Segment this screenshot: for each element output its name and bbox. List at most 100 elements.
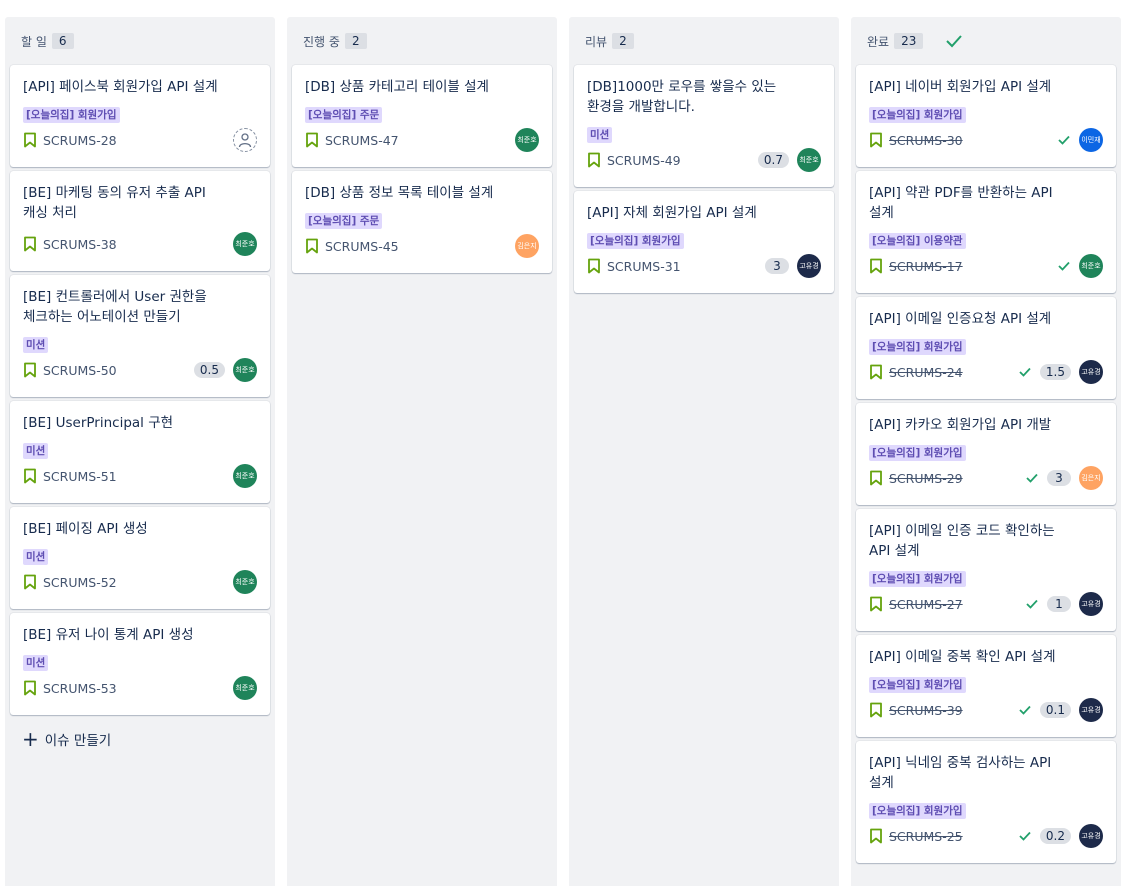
issue-card[interactable]: [BE] 페이징 API 생성 미션 SCRUMS-52 최준호 xyxy=(10,507,270,609)
issue-key[interactable]: SCRUMS-39 xyxy=(889,703,963,718)
assignee-avatar[interactable]: 최준호 xyxy=(1079,254,1103,278)
story-points: 1 xyxy=(1047,596,1071,612)
issue-title: [DB] 상품 정보 목록 테이블 설계 xyxy=(305,185,494,201)
assignee-avatar[interactable]: 고유경 xyxy=(1079,592,1103,616)
epic-label: [오늘의집] 주문 xyxy=(305,213,383,229)
issue-card[interactable]: [API] 이메일 인증요청 API 설계 [오늘의집] 회원가입 SCRUMS-2… xyxy=(856,297,1116,399)
issue-card[interactable]: [DB] 상품 정보 목록 테이블 설계 [오늘의집] 주문 SCRUMS-45 김은… xyxy=(292,171,552,273)
done-check-icon xyxy=(1025,598,1039,610)
issue-labels: [오늘의집] 회원가입 xyxy=(869,567,1103,587)
issue-key[interactable]: SCRUMS-47 xyxy=(325,133,399,148)
epic-label: [오늘의집] 회원가입 xyxy=(869,339,966,355)
assignee-avatar[interactable]: 최준호 xyxy=(233,232,257,256)
assignee-avatar[interactable]: 이민재 xyxy=(1079,128,1103,152)
issue-title: [API] 네이버 회원가입 API 설계 xyxy=(869,79,1052,95)
story-bookmark-icon xyxy=(23,362,37,378)
issue-card[interactable]: [BE] 유저 나이 통계 API 생성 미션 SCRUMS-53 최준호 xyxy=(10,613,270,715)
story-bookmark-icon xyxy=(869,364,883,380)
unassigned-avatar-icon[interactable] xyxy=(233,128,257,152)
assignee-avatar[interactable]: 고유경 xyxy=(1079,824,1103,848)
create-issue-button[interactable]: + 이슈 만들기 xyxy=(5,719,275,759)
issue-key[interactable]: SCRUMS-51 xyxy=(43,469,117,484)
story-bookmark-icon xyxy=(23,680,37,696)
issue-meta: 3 김은지 xyxy=(1025,466,1103,490)
issue-footer: SCRUMS-52 최준호 xyxy=(23,569,257,595)
issue-key[interactable]: SCRUMS-17 xyxy=(889,259,963,274)
issue-card[interactable]: [API] 네이버 회원가입 API 설계 [오늘의집] 회원가입 SCRUMS-3… xyxy=(856,65,1116,167)
story-bookmark-icon xyxy=(23,236,37,252)
issue-footer: SCRUMS-47 최준호 xyxy=(305,127,539,153)
issue-key[interactable]: SCRUMS-49 xyxy=(607,153,681,168)
issue-key[interactable]: SCRUMS-50 xyxy=(43,363,117,378)
story-points: 3 xyxy=(1047,470,1071,486)
issue-key[interactable]: SCRUMS-29 xyxy=(889,471,963,486)
issue-card[interactable]: [API] 약관 PDF를 반환하는 API 설계 [오늘의집] 이용약관 SCRU… xyxy=(856,171,1116,293)
issue-card[interactable]: [API] 카카오 회원가입 API 개발 [오늘의집] 회원가입 SCRUMS-2… xyxy=(856,403,1116,505)
epic-label: [오늘의집] 회원가입 xyxy=(869,677,966,693)
card-list: [API] 페이스북 회원가입 API 설계 [오늘의집] 회원가입 SCRUMS-… xyxy=(5,65,275,715)
plus-icon: + xyxy=(22,727,39,751)
issue-card[interactable]: [BE] 컨트롤러에서 User 권한을 체크하는 어노테이션 만들기미션 SCR… xyxy=(10,275,270,397)
issue-meta: 1 고유경 xyxy=(1025,592,1103,616)
issue-key[interactable]: SCRUMS-24 xyxy=(889,365,963,380)
assignee-avatar[interactable]: 김은지 xyxy=(1079,466,1103,490)
issue-key[interactable]: SCRUMS-31 xyxy=(607,259,681,274)
story-points: 0.1 xyxy=(1039,702,1071,718)
issue-key[interactable]: SCRUMS-52 xyxy=(43,575,117,590)
story-bookmark-icon xyxy=(869,702,883,718)
issue-title: [BE] 유저 나이 통계 API 생성 xyxy=(23,627,194,643)
card-list: [API] 네이버 회원가입 API 설계 [오늘의집] 회원가입 SCRUMS-3… xyxy=(851,65,1121,863)
story-bookmark-icon xyxy=(869,596,883,612)
story-bookmark-icon xyxy=(23,574,37,590)
story-points: 0.5 xyxy=(193,362,225,378)
issue-labels: 미션 xyxy=(23,333,257,353)
assignee-avatar[interactable]: 고유경 xyxy=(797,254,821,278)
assignee-avatar[interactable]: 고유경 xyxy=(1079,360,1103,384)
issue-labels: [오늘의집] 회원가입 xyxy=(869,103,1103,123)
kanban-board: 할 일 6 [API] 페이스북 회원가입 API 설계 [오늘의집] 회원가입 S… xyxy=(0,0,1125,886)
assignee-avatar[interactable]: 최준호 xyxy=(233,358,257,382)
issue-key[interactable]: SCRUMS-38 xyxy=(43,237,117,252)
issue-card[interactable]: [BE] 마케팅 동의 유저 추출 API 캐싱 처리 SCRUMS-38 최준호 xyxy=(10,171,270,271)
issue-card[interactable]: [DB]1000만 로우를 쌓을수 있는 환경을 개발합니다. 미션 SCRUMS-… xyxy=(574,65,834,187)
issue-key[interactable]: SCRUMS-53 xyxy=(43,681,117,696)
assignee-avatar[interactable]: 고유경 xyxy=(1079,698,1103,722)
issue-card[interactable]: [API] 자체 회원가입 API 설계 [오늘의집] 회원가입 SCRUMS-31… xyxy=(574,191,834,293)
issue-title: [BE] UserPrincipal 구현 xyxy=(23,415,174,431)
column-count: 6 xyxy=(51,33,74,49)
issue-key[interactable]: SCRUMS-30 xyxy=(889,133,963,148)
done-check-icon xyxy=(1018,704,1032,716)
issue-footer: SCRUMS-27 1 고유경 xyxy=(869,591,1103,617)
issue-key[interactable]: SCRUMS-45 xyxy=(325,239,399,254)
column-count: 2 xyxy=(612,33,634,49)
column-title: 리뷰 xyxy=(585,34,608,49)
epic-label: [오늘의집] 주문 xyxy=(305,107,383,123)
issue-card[interactable]: [API] 페이스북 회원가입 API 설계 [오늘의집] 회원가입 SCRUMS-… xyxy=(10,65,270,167)
issue-card[interactable]: [BE] UserPrincipal 구현 미션 SCRUMS-51 최준호 xyxy=(10,401,270,503)
issue-footer: SCRUMS-30 이민재 xyxy=(869,127,1103,153)
assignee-avatar[interactable]: 김은지 xyxy=(515,234,539,258)
issue-title: [API] 약관 PDF를 반환하는 API 설계 xyxy=(869,185,1053,221)
issue-key[interactable]: SCRUMS-25 xyxy=(889,829,963,844)
issue-key[interactable]: SCRUMS-27 xyxy=(889,597,963,612)
column-header: 완료 23 xyxy=(851,17,1121,65)
story-bookmark-icon xyxy=(587,152,601,168)
issue-key[interactable]: SCRUMS-28 xyxy=(43,133,117,148)
assignee-avatar[interactable]: 최준호 xyxy=(233,464,257,488)
assignee-avatar[interactable]: 최준호 xyxy=(233,570,257,594)
checkmark-icon xyxy=(945,34,963,48)
assignee-avatar[interactable]: 최준호 xyxy=(233,676,257,700)
assignee-avatar[interactable]: 최준호 xyxy=(797,148,821,172)
issue-meta xyxy=(233,128,257,152)
story-bookmark-icon xyxy=(23,468,37,484)
issue-card[interactable]: [API] 닉네임 중복 검사하는 API 설계 [오늘의집] 회원가입 SCRUM… xyxy=(856,741,1116,863)
assignee-avatar[interactable]: 최준호 xyxy=(515,128,539,152)
issue-card[interactable]: [API] 이메일 인증 코드 확인하는 API 설계 [오늘의집] 회원가입 SC… xyxy=(856,509,1116,631)
story-bookmark-icon xyxy=(869,470,883,486)
issue-card[interactable]: [API] 이메일 중복 확인 API 설계 [오늘의집] 회원가입 SCRUMS-… xyxy=(856,635,1116,737)
issue-meta: 0.7 최준호 xyxy=(757,148,821,172)
issue-title: [BE] 컨트롤러에서 User 권한을 체크하는 어노테이션 만들기 xyxy=(23,289,207,325)
issue-card[interactable]: [DB] 상품 카테고리 테이블 설계 [오늘의집] 주문 SCRUMS-47 최준호 xyxy=(292,65,552,167)
story-bookmark-icon xyxy=(23,132,37,148)
card-list: [DB]1000만 로우를 쌓을수 있는 환경을 개발합니다. 미션 SCRUMS-… xyxy=(569,65,839,293)
